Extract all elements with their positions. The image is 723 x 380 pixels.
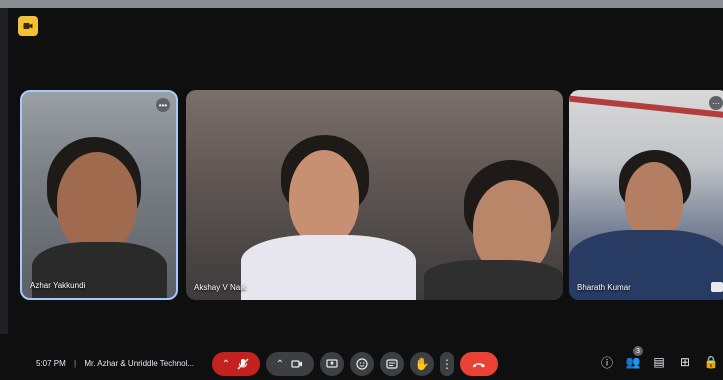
- raise-hand-button[interactable]: ✋: [410, 352, 434, 376]
- present-screen-icon: [326, 359, 338, 368]
- time-separator: |: [74, 359, 77, 368]
- chevron-up-icon: ⌃: [275, 358, 285, 370]
- reactions-button[interactable]: [350, 352, 374, 376]
- more-options-button[interactable]: ⋮: [440, 352, 454, 376]
- right-controls: ⓘ 👥 3 ▤ ⊞ 🔒: [599, 346, 719, 370]
- pin-icon[interactable]: [711, 282, 723, 292]
- hang-up-icon: [473, 363, 485, 368]
- camera-icon: [291, 360, 303, 368]
- lock-person-icon: 🔒: [703, 355, 719, 369]
- background-red-stripe: [569, 95, 723, 119]
- participant-body: [424, 260, 563, 300]
- meeting-info: 5:07 PM | Mr. Azhar & Unriddle Technol..…: [36, 359, 194, 368]
- activities-grid-icon: ⊞: [679, 355, 691, 369]
- more-options-icon[interactable]: •••: [156, 98, 170, 112]
- captions-button[interactable]: [380, 352, 404, 376]
- top-window-strip: [0, 0, 723, 8]
- leave-call-button[interactable]: [460, 352, 498, 376]
- meeting-status-badge[interactable]: [18, 16, 38, 36]
- captions-icon: [386, 359, 398, 369]
- present-button[interactable]: [320, 352, 344, 376]
- mic-off-icon: [237, 358, 249, 370]
- meeting-details-button[interactable]: ⓘ: [599, 354, 615, 370]
- people-button[interactable]: 👥 3: [625, 346, 643, 370]
- call-controls: ⌃ ⌃ ✋ ⋮: [212, 352, 498, 376]
- info-icon: ⓘ: [600, 355, 613, 370]
- participant-face: [289, 150, 359, 245]
- clock-time: 5:07 PM: [36, 359, 66, 368]
- host-controls-button[interactable]: 🔒: [703, 354, 719, 370]
- people-count-badge: 3: [633, 346, 643, 356]
- microphone-toggle[interactable]: ⌃: [212, 352, 260, 376]
- participant-name-label: Bharath Kumar: [577, 283, 631, 292]
- participant-face: [57, 152, 137, 252]
- participant-tile-1[interactable]: ••• Azhar Yakkundi: [20, 90, 178, 300]
- participant-body: [32, 242, 167, 298]
- chat-button[interactable]: ▤: [651, 354, 667, 370]
- participant-tile-2[interactable]: Akshay V Naik: [186, 90, 563, 300]
- people-icon: 👥: [625, 355, 641, 369]
- participant-body: [241, 235, 416, 300]
- chevron-up-icon: ⌃: [221, 358, 231, 370]
- participant-face: [625, 162, 683, 240]
- tile-overlay-icon[interactable]: ⋯: [709, 96, 723, 110]
- participant-name-label: Azhar Yakkundi: [30, 281, 86, 290]
- camera-toggle[interactable]: ⌃: [266, 352, 314, 376]
- camera-off-icon: [23, 23, 33, 29]
- emoji-icon: [356, 358, 368, 370]
- activities-button[interactable]: ⊞: [677, 354, 693, 370]
- participant-tile-3[interactable]: ⋯ Bharath Kumar: [569, 90, 723, 300]
- bottom-control-bar: 5:07 PM | Mr. Azhar & Unriddle Technol..…: [0, 334, 723, 380]
- more-vertical-icon: ⋮: [441, 357, 453, 371]
- meeting-title: Mr. Azhar & Unriddle Technol...: [84, 359, 195, 368]
- raise-hand-icon: ✋: [414, 357, 430, 371]
- chat-icon: ▤: [653, 355, 665, 369]
- participant-name-label: Akshay V Naik: [194, 283, 247, 292]
